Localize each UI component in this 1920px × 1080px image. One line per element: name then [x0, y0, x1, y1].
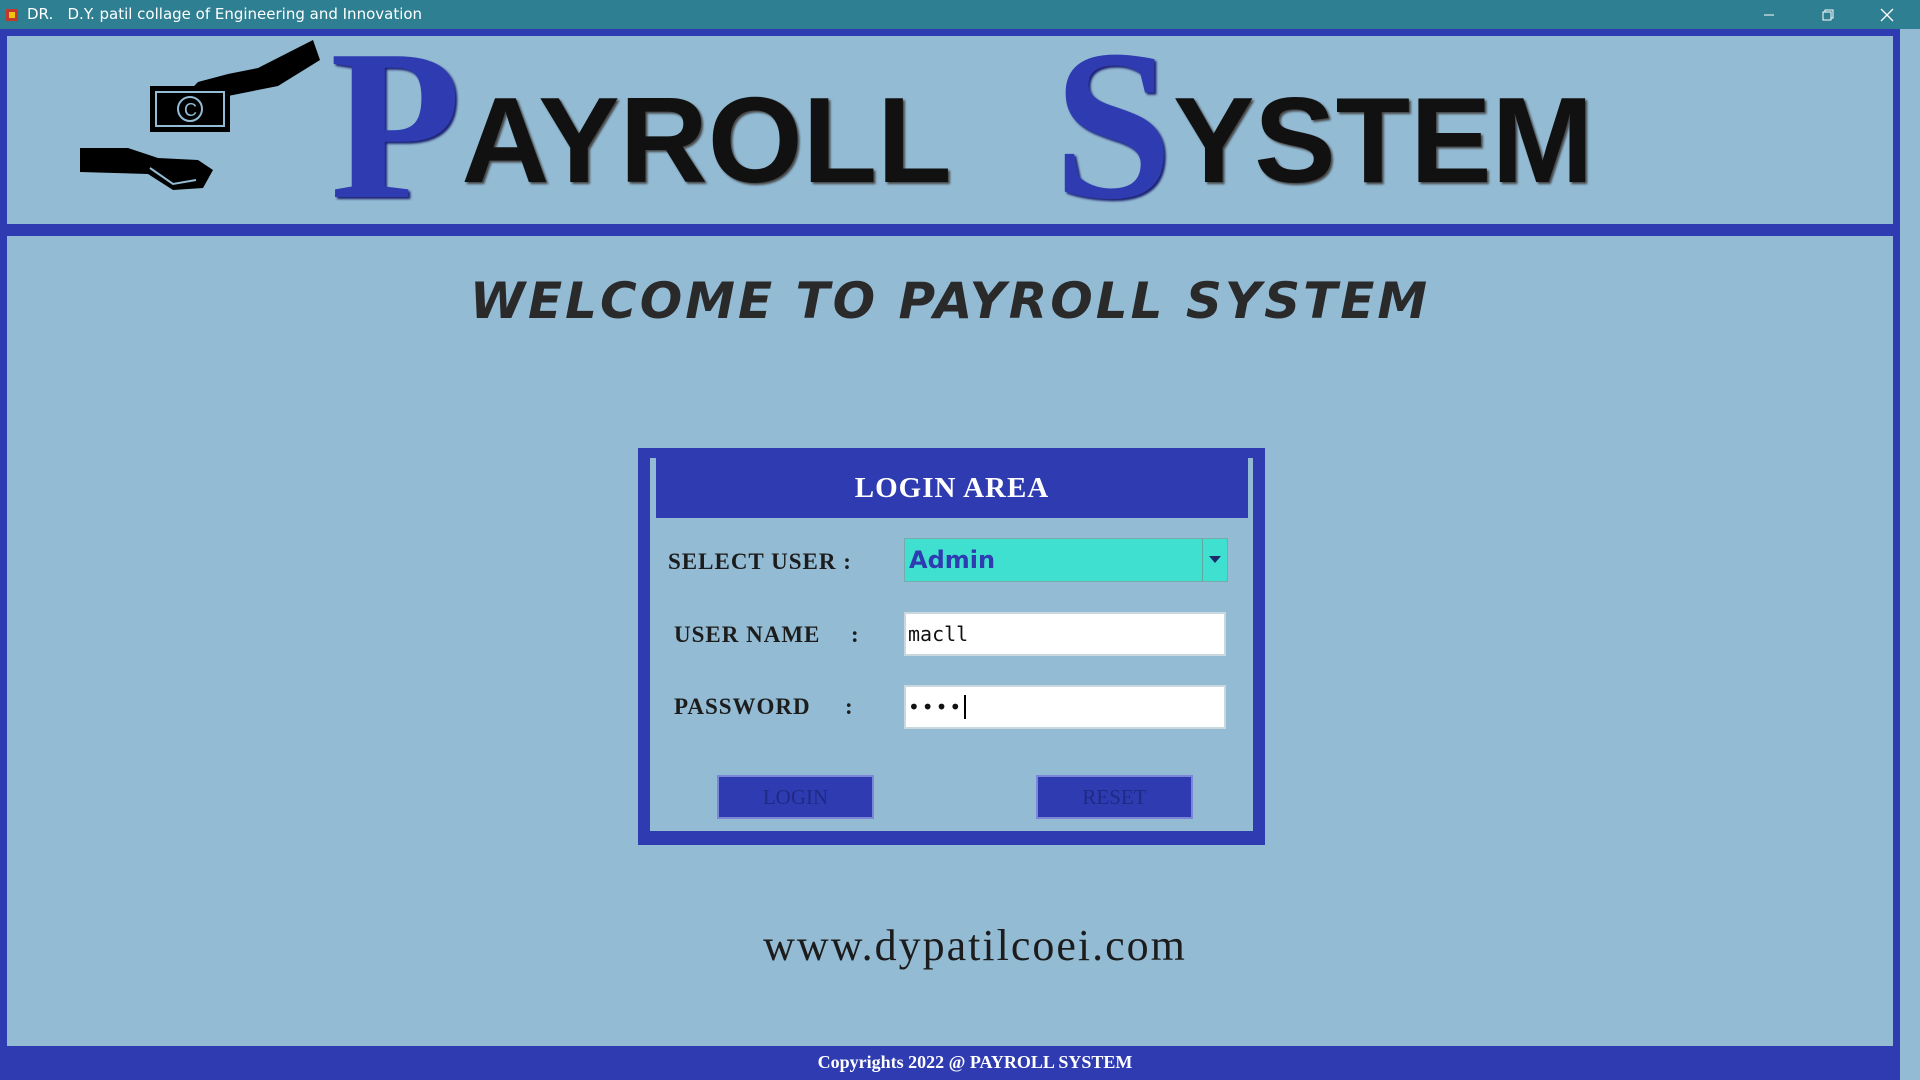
restore-button[interactable]	[1799, 0, 1857, 29]
minimize-button[interactable]	[1740, 0, 1798, 29]
logo-letter-s: S	[1053, 5, 1173, 244]
login-area-title: LOGIN AREA	[656, 458, 1248, 518]
money-hands-icon: C	[80, 40, 320, 190]
password-colon: :	[845, 694, 853, 719]
select-user-dropdown[interactable]: Admin	[904, 538, 1228, 582]
reset-button[interactable]: RESET	[1036, 775, 1193, 819]
close-icon	[1880, 8, 1894, 21]
website-url: www.dypatilcoei.com	[763, 921, 1187, 970]
username-colon: :	[851, 622, 859, 647]
app-logo-title: P AYROLL S YSTEM	[330, 5, 1594, 244]
header-divider	[7, 222, 1893, 224]
password-label: PASSWORD	[674, 694, 811, 719]
password-value: ••••	[908, 695, 964, 719]
select-user-label: SELECT USER :	[668, 549, 852, 574]
footer-copyright: Copyrights 2022 @ PAYROLL SYSTEM	[817, 1052, 1133, 1072]
svg-text:C: C	[184, 100, 197, 120]
username-input[interactable]	[904, 612, 1226, 656]
welcome-heading: WELCOME TO PAYROLL SYSTEM	[469, 272, 1431, 330]
title-bar: DR. D.Y. patil collage of Engineering an…	[0, 0, 1920, 29]
dropdown-arrow-button[interactable]	[1202, 539, 1227, 581]
logo-word-ystem: YSTEM	[1172, 72, 1594, 208]
select-user-value: Admin	[909, 546, 996, 574]
login-button[interactable]: LOGIN	[717, 775, 874, 819]
password-input[interactable]: ••••	[904, 685, 1226, 729]
minimize-icon	[1764, 14, 1774, 15]
restore-icon	[1822, 9, 1834, 20]
app-icon	[6, 9, 18, 21]
logo-letter-p: P	[330, 5, 462, 244]
logo-word-ayroll: AYROLL	[461, 72, 952, 208]
chevron-down-icon	[1209, 556, 1221, 563]
close-button[interactable]	[1858, 0, 1916, 29]
username-label: USER NAME	[674, 622, 821, 647]
